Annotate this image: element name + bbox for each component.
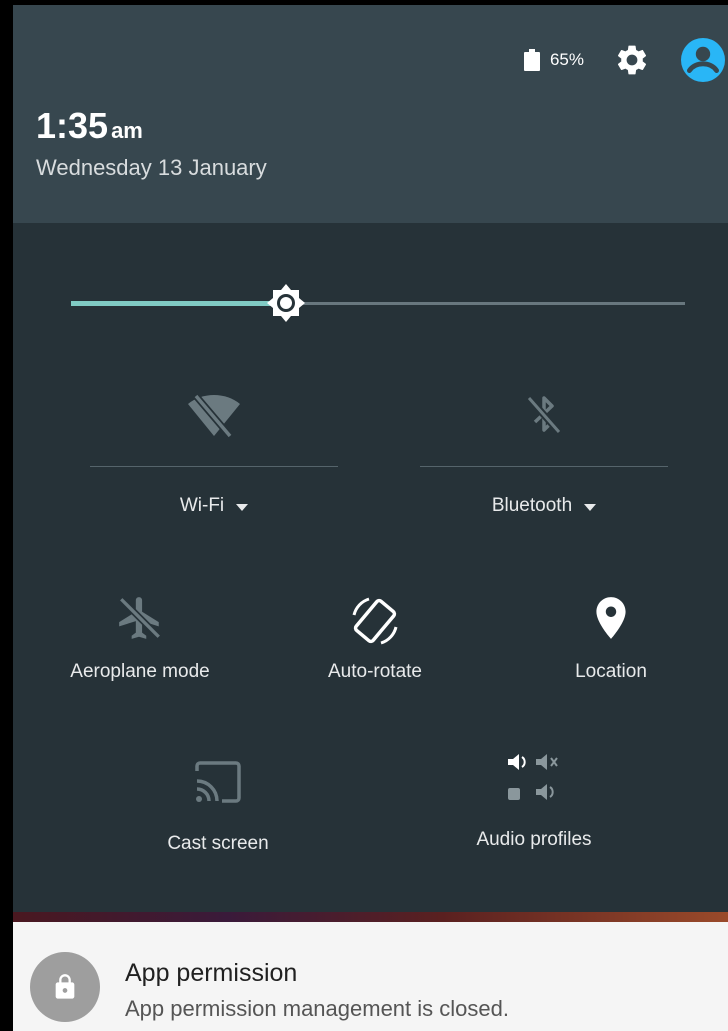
- notification-title: App permission: [125, 959, 298, 987]
- location-label: Location: [575, 661, 647, 682]
- wifi-label: Wi-Fi: [179, 495, 225, 516]
- clock-ampm: am: [111, 118, 143, 143]
- chevron-down-icon[interactable]: [584, 503, 597, 511]
- tile-bluetooth[interactable]: Bluetooth: [419, 390, 669, 517]
- wifi-label-row[interactable]: Wi-Fi: [179, 495, 249, 517]
- tile-cast-screen[interactable]: Cast screen: [118, 757, 318, 855]
- notification-text: App permission management is closed.: [125, 996, 509, 1021]
- user-account-button[interactable]: [678, 38, 728, 82]
- bluetooth-off-icon: [526, 395, 562, 435]
- gear-icon: [617, 45, 647, 75]
- quick-settings-panel: 65% 1:35 am Wednesday 13 January Wi-Fi B…: [13, 5, 728, 1031]
- clock-time: 1:35: [36, 105, 109, 146]
- location-pin-icon: [596, 597, 626, 639]
- tile-audio-profiles[interactable]: Audio profiles: [434, 751, 634, 851]
- chevron-down-icon[interactable]: [236, 503, 249, 511]
- bluetooth-label-row[interactable]: Bluetooth: [491, 495, 597, 517]
- battery-icon: [523, 49, 540, 71]
- brightness-slider[interactable]: [71, 283, 685, 325]
- notification-icon: [30, 952, 100, 1022]
- autorotate-label: Auto-rotate: [328, 661, 422, 682]
- tile-location[interactable]: Location: [511, 593, 711, 683]
- header-status-row: 65%: [523, 35, 728, 85]
- date[interactable]: Wednesday 13 January: [36, 155, 267, 181]
- cast-icon: [195, 761, 241, 803]
- audio-profiles-icon: [508, 754, 558, 800]
- airplane-icon: [118, 596, 162, 640]
- screen-rotation-icon: [352, 597, 398, 645]
- brightness-fill: [71, 301, 286, 306]
- tile-aeroplane-mode[interactable]: Aeroplane mode: [40, 593, 240, 683]
- quick-settings-header: 65% 1:35 am Wednesday 13 January: [13, 5, 728, 223]
- brightness-icon: [267, 284, 305, 322]
- notification-app-permission[interactable]: App permission App permission management…: [13, 922, 728, 1031]
- battery-percent: 65%: [549, 50, 584, 69]
- battery-indicator[interactable]: 65%: [523, 49, 584, 71]
- settings-button[interactable]: [612, 40, 652, 80]
- wifi-off-icon: [188, 393, 240, 439]
- bluetooth-label: Bluetooth: [491, 495, 573, 516]
- tile-divider: [420, 466, 668, 467]
- tile-divider: [90, 466, 338, 467]
- brightness-thumb[interactable]: [266, 283, 306, 323]
- tile-wifi[interactable]: Wi-Fi: [89, 390, 339, 517]
- cast-label: Cast screen: [167, 833, 269, 854]
- tile-auto-rotate[interactable]: Auto-rotate: [275, 593, 475, 683]
- account-icon: [681, 38, 725, 82]
- lock-icon: [55, 974, 75, 999]
- aeroplane-label: Aeroplane mode: [70, 661, 210, 682]
- clock[interactable]: 1:35 am: [36, 105, 143, 147]
- audio-label: Audio profiles: [476, 829, 592, 850]
